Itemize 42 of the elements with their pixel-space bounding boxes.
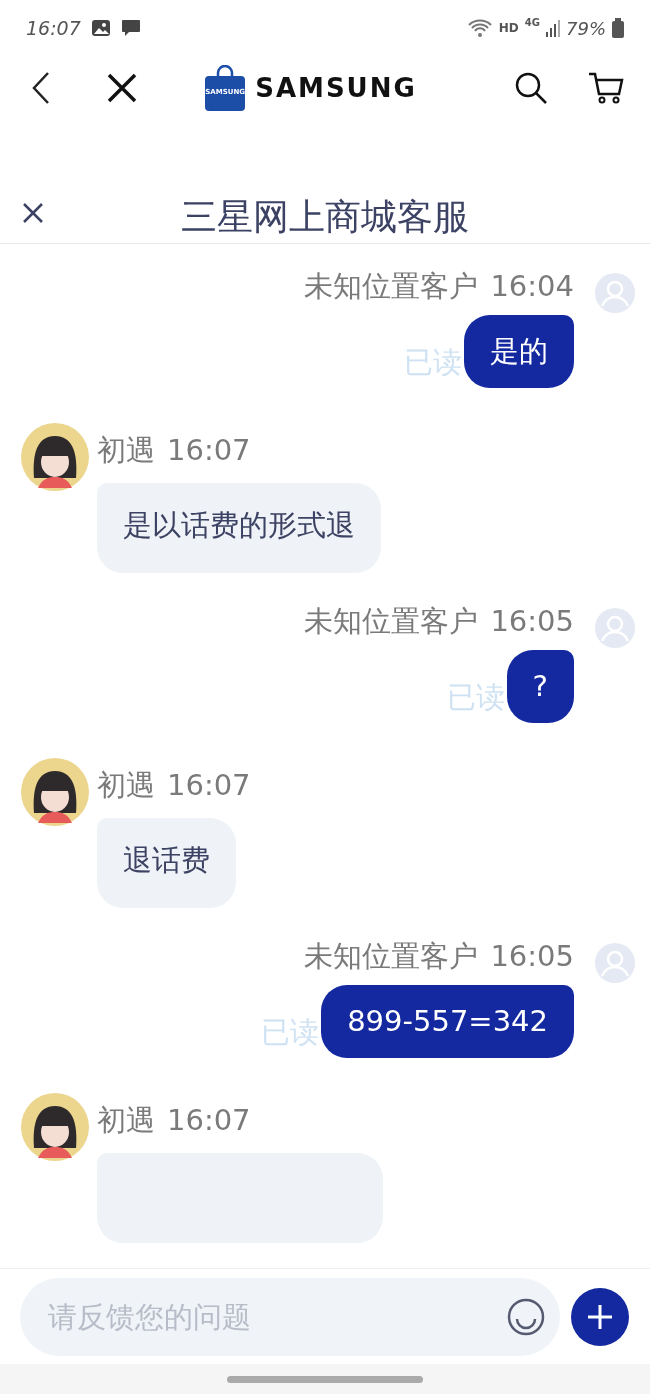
user-avatar-icon bbox=[594, 272, 636, 314]
chat-title: 三星网上商城客服 bbox=[181, 198, 469, 235]
sent-message-bubble: ? bbox=[506, 650, 574, 723]
sent-message-bubble: 是的 bbox=[464, 315, 574, 388]
image-icon bbox=[90, 19, 111, 37]
battery-icon bbox=[612, 18, 624, 38]
agent-avatar-icon bbox=[20, 1092, 90, 1162]
signal-icon bbox=[546, 19, 560, 37]
search-icon[interactable] bbox=[514, 71, 548, 105]
sender-name: 初遇 bbox=[97, 771, 155, 800]
message-time: 16:05 bbox=[490, 607, 574, 636]
message-time: 16:07 bbox=[167, 1106, 251, 1135]
message-icon bbox=[120, 18, 141, 38]
message-time: 16:04 bbox=[490, 272, 574, 301]
sender-name: 未知位置客户 bbox=[304, 942, 479, 971]
battery-percent: 79% bbox=[566, 16, 606, 41]
message-time: 16:07 bbox=[167, 771, 251, 800]
emoji-icon[interactable] bbox=[506, 1296, 546, 1337]
received-message-bubble: 退话费 bbox=[97, 818, 236, 908]
network-label: 4G bbox=[524, 15, 540, 30]
cart-icon[interactable] bbox=[588, 71, 624, 105]
status-time: 16:07 bbox=[26, 15, 81, 41]
wifi-icon bbox=[466, 18, 493, 38]
message-time: 16:07 bbox=[167, 436, 251, 465]
sender-name: 初遇 bbox=[97, 1106, 155, 1135]
message-input-field[interactable]: 请反馈您的问题 bbox=[20, 1277, 560, 1356]
user-avatar-icon bbox=[594, 607, 636, 649]
sender-name: 初遇 bbox=[97, 436, 155, 465]
close-icon[interactable] bbox=[22, 202, 44, 224]
agent-avatar-icon bbox=[20, 422, 90, 492]
agent-avatar-icon bbox=[20, 757, 90, 827]
close-icon[interactable] bbox=[106, 72, 138, 104]
sender-name: 未知位置客户 bbox=[304, 607, 479, 636]
user-avatar-icon bbox=[594, 942, 636, 984]
message-time: 16:05 bbox=[490, 942, 574, 971]
sent-message-bubble: 899-557=342 bbox=[321, 985, 574, 1058]
brand-wordmark: SAMSUNG bbox=[255, 71, 417, 105]
shopping-bag-icon bbox=[205, 65, 246, 111]
received-message-bubble: 是以话费的形式退 bbox=[97, 483, 381, 573]
sender-name: 未知位置客户 bbox=[304, 272, 479, 301]
add-button-icon[interactable] bbox=[570, 1286, 630, 1347]
hd-label: HD bbox=[498, 20, 519, 37]
